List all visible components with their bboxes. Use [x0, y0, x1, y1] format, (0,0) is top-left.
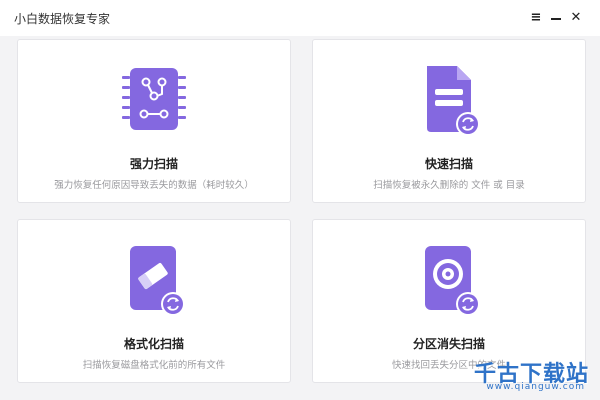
circuit-chip-icon — [122, 68, 186, 130]
format-scan-card[interactable]: 格式化扫描 扫描恢复磁盘格式化前的所有文件 — [17, 219, 291, 383]
document-restore-icon — [427, 66, 480, 136]
card-description: 扫描恢复磁盘格式化前的所有文件 — [82, 360, 226, 371]
card-title: 强力扫描 — [129, 157, 178, 171]
card-title: 快速扫描 — [424, 157, 473, 171]
card-title: 格式化扫描 — [123, 337, 184, 351]
title-bar: 小白数据恢复专家 ≡ ✕ — [0, 0, 600, 36]
deep-scan-card[interactable]: 强力扫描 强力恢复任何原因导致丢失的数据（耗时较久） — [17, 39, 291, 203]
app-window: 小白数据恢复专家 ≡ ✕ 强力扫描 强力恢复任何原因导致丢失的数据（耗时较久） … — [0, 0, 600, 400]
menu-icon[interactable]: ≡ — [527, 8, 545, 28]
card-description: 扫描恢复被永久删除的 文件 或 目录 — [373, 180, 525, 191]
app-title: 小白数据恢复专家 — [14, 12, 111, 26]
disk-partition-icon — [425, 246, 480, 316]
close-icon[interactable]: ✕ — [567, 8, 585, 28]
quick-scan-card[interactable]: 快速扫描 扫描恢复被永久删除的 文件 或 目录 — [312, 39, 586, 203]
card-description: 强力恢复任何原因导致丢失的数据（耗时较久） — [54, 180, 254, 191]
card-title: 分区消失扫描 — [412, 337, 485, 351]
minimize-icon[interactable] — [547, 8, 565, 28]
site-watermark: 千古下载站 www.qianguw.com — [474, 356, 593, 396]
eraser-drive-icon — [130, 246, 185, 316]
watermark-url: www.qianguw.com — [486, 382, 585, 392]
